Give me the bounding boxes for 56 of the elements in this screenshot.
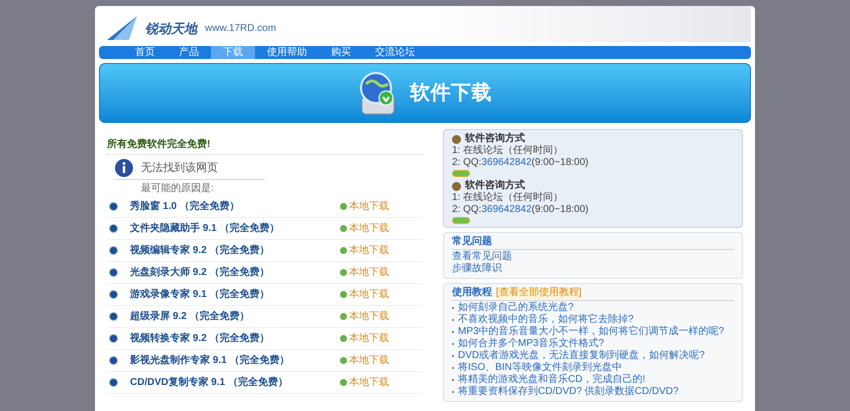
tutorial-link[interactable]: 如何合并多个MP3音乐文件格式? <box>458 338 604 350</box>
online-status-icon[interactable] <box>452 217 470 224</box>
nav-tab[interactable]: 使用帮助 <box>255 46 319 59</box>
paper-plane-logo-icon <box>107 14 137 42</box>
nav-tab[interactable]: 首页 <box>123 46 167 59</box>
software-link[interactable]: 视频转换专家 9.2 （完全免费） <box>130 331 340 346</box>
online-status-icon[interactable] <box>452 170 470 177</box>
software-link[interactable]: 影视光盘制作专家 9.1 （完全免费） <box>130 353 340 368</box>
software-link[interactable]: 秀脸窗 1.0 （完全免费） <box>130 199 340 214</box>
nav-tab[interactable]: 下载 <box>211 46 255 59</box>
software-link[interactable]: 视频编辑专家 9.2 （完全免费） <box>130 243 340 258</box>
contact-hours: (9:00~18:00) <box>532 204 589 216</box>
contact-label: 2: QQ: <box>452 204 482 216</box>
info-icon <box>115 159 133 177</box>
software-link[interactable]: 文件夹隐藏助手 9.1 （完全免费） <box>130 221 340 236</box>
download-link[interactable]: 本地下载 <box>340 243 389 258</box>
contact-line: 1: 在线论坛（任何时间） <box>452 145 564 157</box>
tutorial-link[interactable]: 将重要资料保存到CD/DVD? 供刻录数据CD/DVD? <box>458 386 679 398</box>
section-heading: 所有免费软件完全免费! <box>107 137 423 155</box>
banner-title: 软件下载 <box>410 81 492 106</box>
download-link[interactable]: 本地下载 <box>340 375 389 390</box>
faq-link[interactable]: 步骤故障识 <box>452 263 502 275</box>
software-link[interactable]: CD/DVD复制专家 9.1 （完全免费） <box>130 375 340 390</box>
download-link[interactable]: 本地下载 <box>340 331 389 346</box>
qq-link[interactable]: 369642842 <box>481 204 532 216</box>
download-link[interactable]: 本地下载 <box>340 287 389 302</box>
contact-hours: (9:00~18:00) <box>532 157 589 169</box>
contact-label: 2: QQ: <box>452 157 482 169</box>
tutorial-link[interactable]: DVD或者游戏光盘，无法直接复制到硬盘，如何解决呢? <box>458 350 705 362</box>
contact-title: 软件咨询方式 <box>465 180 525 192</box>
download-link[interactable]: 本地下载 <box>340 199 389 214</box>
site-url[interactable]: www.17RD.com <box>205 21 276 42</box>
tutorial-link[interactable]: 将精美的游戏光盘和音乐CD，完成自己的! <box>458 374 646 386</box>
software-link[interactable]: 游戏录像专家 9.1 （完全免费） <box>130 287 340 302</box>
contact-title: 软件咨询方式 <box>465 133 525 144</box>
logo-text: 锐动天地 <box>145 20 197 38</box>
tutorial-link[interactable]: 将ISO、BIN等映像文件刻录到光盘中 <box>458 362 622 374</box>
panel-title: 常见问题 <box>452 236 734 250</box>
software-link[interactable]: 光盘刻录大师 9.2 （完全免费） <box>130 265 340 280</box>
nav-tab[interactable]: 购买 <box>319 46 363 59</box>
nav-tab[interactable]: 产品 <box>167 46 211 59</box>
error-subtitle: 最可能的原因是: <box>141 182 214 196</box>
tutorial-link[interactable]: 如何刻录自己的系统光盘? <box>458 302 574 314</box>
tutorial-link[interactable]: MP3中的音乐音量大小不一样，如何将它们调节成一样的呢? <box>458 326 724 338</box>
download-link[interactable]: 本地下载 <box>340 309 389 324</box>
nav-tab[interactable]: 交流论坛 <box>363 46 427 59</box>
qq-link[interactable]: 369642842 <box>481 157 532 169</box>
error-title: 无法找到该网页 <box>141 160 218 176</box>
tutorial-link[interactable]: 不喜欢视频中的音乐，如何将它去除掉? <box>458 314 634 326</box>
download-link[interactable]: 本地下载 <box>340 353 389 368</box>
download-link[interactable]: 本地下载 <box>340 221 389 236</box>
panel-title: 使用教程 <box>452 287 492 299</box>
contact-line: 1: 在线论坛（任何时间） <box>452 192 564 204</box>
download-link[interactable]: 本地下载 <box>340 265 389 280</box>
faq-link[interactable]: 查看常见问题 <box>452 251 512 263</box>
software-link[interactable]: 超级录屏 9.2 （完全免费） <box>130 309 340 324</box>
